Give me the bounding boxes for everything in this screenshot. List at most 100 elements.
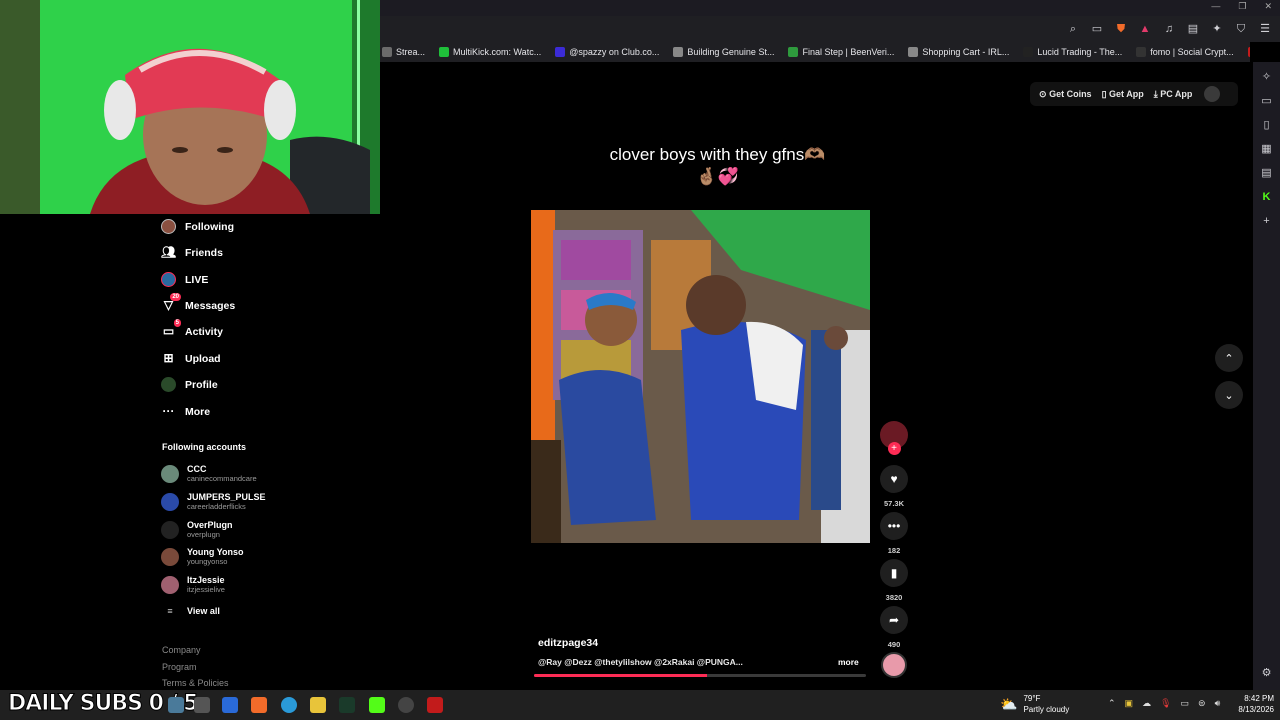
nav-activity[interactable]: ▭ 5 Activity — [161, 319, 223, 339]
caption-line-2: 🤞🏽💞 — [696, 167, 739, 186]
history-icon[interactable]: ▤ — [1260, 166, 1274, 180]
media-icon[interactable]: ♫ — [1162, 22, 1176, 36]
temperature: 79°F — [1023, 694, 1041, 703]
more-button[interactable]: more — [838, 657, 859, 667]
bookmark-item[interactable]: @spazzy on Club.co... — [555, 47, 659, 57]
tray-app-icon[interactable]: ▣ — [1125, 698, 1134, 709]
video-icon[interactable]: ▭ — [1260, 94, 1274, 108]
volume-icon[interactable]: 🔊︎ — [1215, 698, 1221, 709]
pc-app-label: PC App — [1160, 88, 1193, 99]
search-icon[interactable]: ⌕ — [1066, 22, 1080, 36]
footer-program-link[interactable]: Program — [162, 662, 197, 672]
footer-company-link[interactable]: Company — [162, 645, 201, 655]
nav-messages[interactable]: ▽ 20 Messages — [161, 293, 235, 313]
microphone-icon[interactable]: 🎙︎ — [1160, 698, 1171, 709]
next-video-button[interactable]: ⌄ — [1215, 381, 1243, 409]
task-view-icon[interactable] — [194, 697, 210, 713]
system-clock[interactable]: 8:42 PM 8/13/2026 — [1222, 693, 1274, 715]
vpn-icon[interactable]: ⛉ — [1234, 22, 1248, 36]
add-panel-icon[interactable]: + — [1260, 214, 1274, 228]
pc-app-button[interactable]: ⤓ PC App — [1154, 89, 1193, 100]
footer-terms-link[interactable]: Terms & Policies — [162, 678, 229, 688]
video-player[interactable] — [531, 210, 870, 543]
avatar — [161, 465, 179, 483]
network-icon[interactable]: ▭ — [1181, 698, 1190, 709]
brave-rewards-icon[interactable]: ▲ — [1138, 22, 1152, 36]
following-account[interactable]: ItzJessie itzjessielive — [161, 575, 225, 595]
brave-shield-icon[interactable]: ⛊ — [1114, 22, 1128, 36]
bookmark-favicon-icon — [788, 47, 799, 57]
bookmarks-icon[interactable]: ▯ — [1260, 118, 1274, 132]
weather-widget[interactable]: ⛅ 79°F Partly cloudy — [1000, 693, 1069, 715]
nav-profile[interactable]: Profile — [161, 377, 218, 392]
settings-icon[interactable]: ⚙ — [1260, 666, 1274, 680]
heart-icon: ♥ — [880, 465, 908, 493]
bookmark-item[interactable]: Spazzy Stats | AeroK... — [1247, 47, 1250, 57]
menu-icon[interactable]: ☰ — [1258, 22, 1272, 36]
cast-icon[interactable]: ▭ — [1090, 22, 1104, 36]
following-account[interactable]: JUMPERS_PULSE careerladderflicks — [161, 492, 266, 512]
like-count: 57.3K — [883, 499, 904, 508]
edge-icon[interactable] — [281, 697, 297, 713]
wifi-icon[interactable]: ⊜ — [1198, 698, 1206, 709]
bookmark-item[interactable]: Lucid Trading - The... — [1023, 47, 1122, 57]
following-account[interactable]: Young Yonso youngyonso — [161, 547, 244, 567]
bookmark-item[interactable]: Building Genuine St... — [673, 47, 774, 57]
following-account[interactable]: OverPlugn overplugn — [161, 520, 233, 540]
file-explorer-icon[interactable] — [310, 697, 326, 713]
restore-icon[interactable]: ❐ — [1238, 1, 1246, 12]
app-icon[interactable] — [222, 697, 238, 713]
kick-icon[interactable]: K — [1260, 190, 1274, 204]
post-author[interactable]: editzpage34 — [538, 637, 598, 649]
following-account[interactable]: CCC caninecommandcare — [161, 464, 257, 484]
reading-list-icon[interactable]: ▦ — [1260, 142, 1274, 156]
nav-more[interactable]: ··· More — [161, 404, 211, 419]
comment-icon: ••• — [880, 512, 908, 540]
creator-avatar-follow[interactable]: + — [879, 421, 909, 455]
terminal-icon[interactable] — [339, 697, 355, 713]
account-name: JUMPERS_PULSE — [187, 492, 266, 502]
nav-live[interactable]: LIVE — [161, 272, 208, 287]
streaming-app-icon[interactable] — [427, 697, 443, 713]
bookmark-item[interactable]: fomo | Social Crypt... — [1136, 47, 1234, 57]
save-button[interactable]: ▮ 3820 — [879, 559, 909, 602]
minimize-icon[interactable]: — — [1211, 1, 1220, 12]
activity-icon: ▭ 5 — [162, 319, 181, 338]
brave-browser-icon[interactable] — [251, 697, 267, 713]
follow-plus-icon[interactable]: + — [887, 442, 901, 455]
post-description: @Ray @Dezz @thetylilshow @2xRakai @PUNGA… — [538, 657, 743, 667]
kick-app-icon[interactable] — [369, 697, 385, 713]
get-coins-button[interactable]: ⊙ Get Coins — [1039, 89, 1092, 100]
sound-button[interactable] — [879, 652, 909, 678]
tray-chevron-icon[interactable]: ⌃ — [1108, 698, 1116, 709]
obs-icon[interactable] — [398, 697, 414, 713]
nav-friends[interactable]: 👥︎ Friends — [161, 245, 223, 260]
nav-upload[interactable]: ⊞ Upload — [161, 351, 220, 366]
account-name: Young Yonso — [187, 547, 244, 557]
extensions-icon[interactable]: ✦ — [1210, 22, 1224, 36]
bookmark-label: Strea... — [396, 47, 426, 57]
close-icon[interactable]: ✕ — [1264, 1, 1272, 12]
nav-following[interactable]: Following — [161, 219, 234, 234]
webcam-overlay — [0, 0, 380, 214]
bookmark-label: @spazzy on Club.co... — [569, 47, 660, 57]
get-app-button[interactable]: ▯ Get App — [1102, 89, 1144, 100]
cloud-icon[interactable]: ☁ — [1142, 698, 1151, 709]
like-button[interactable]: ♥ 57.3K — [879, 465, 909, 508]
previous-video-button[interactable]: ⌃ — [1215, 344, 1243, 372]
bookmark-item[interactable]: Shopping Cart - IRL... — [908, 47, 1009, 57]
leo-ai-icon[interactable]: ✧ — [1260, 70, 1274, 84]
avatar — [161, 521, 179, 539]
sidebar-toggle-icon[interactable]: ▤ — [1186, 22, 1200, 36]
widgets-icon[interactable] — [168, 697, 184, 713]
video-progress-bar[interactable] — [534, 674, 866, 677]
comment-button[interactable]: ••• 182 — [879, 512, 909, 555]
nav-label: Friends — [185, 246, 223, 259]
profile-avatar-icon — [161, 377, 176, 392]
view-all-link[interactable]: ≡ View all — [161, 606, 220, 616]
bookmark-item[interactable]: Final Step | BeenVeri... — [788, 47, 894, 57]
user-avatar[interactable] — [1204, 86, 1221, 102]
share-button[interactable]: ➦ 490 — [879, 606, 909, 649]
bookmark-item[interactable]: MultiKick.com: Watc... — [439, 47, 541, 57]
bookmark-item[interactable]: Strea... — [382, 47, 425, 57]
